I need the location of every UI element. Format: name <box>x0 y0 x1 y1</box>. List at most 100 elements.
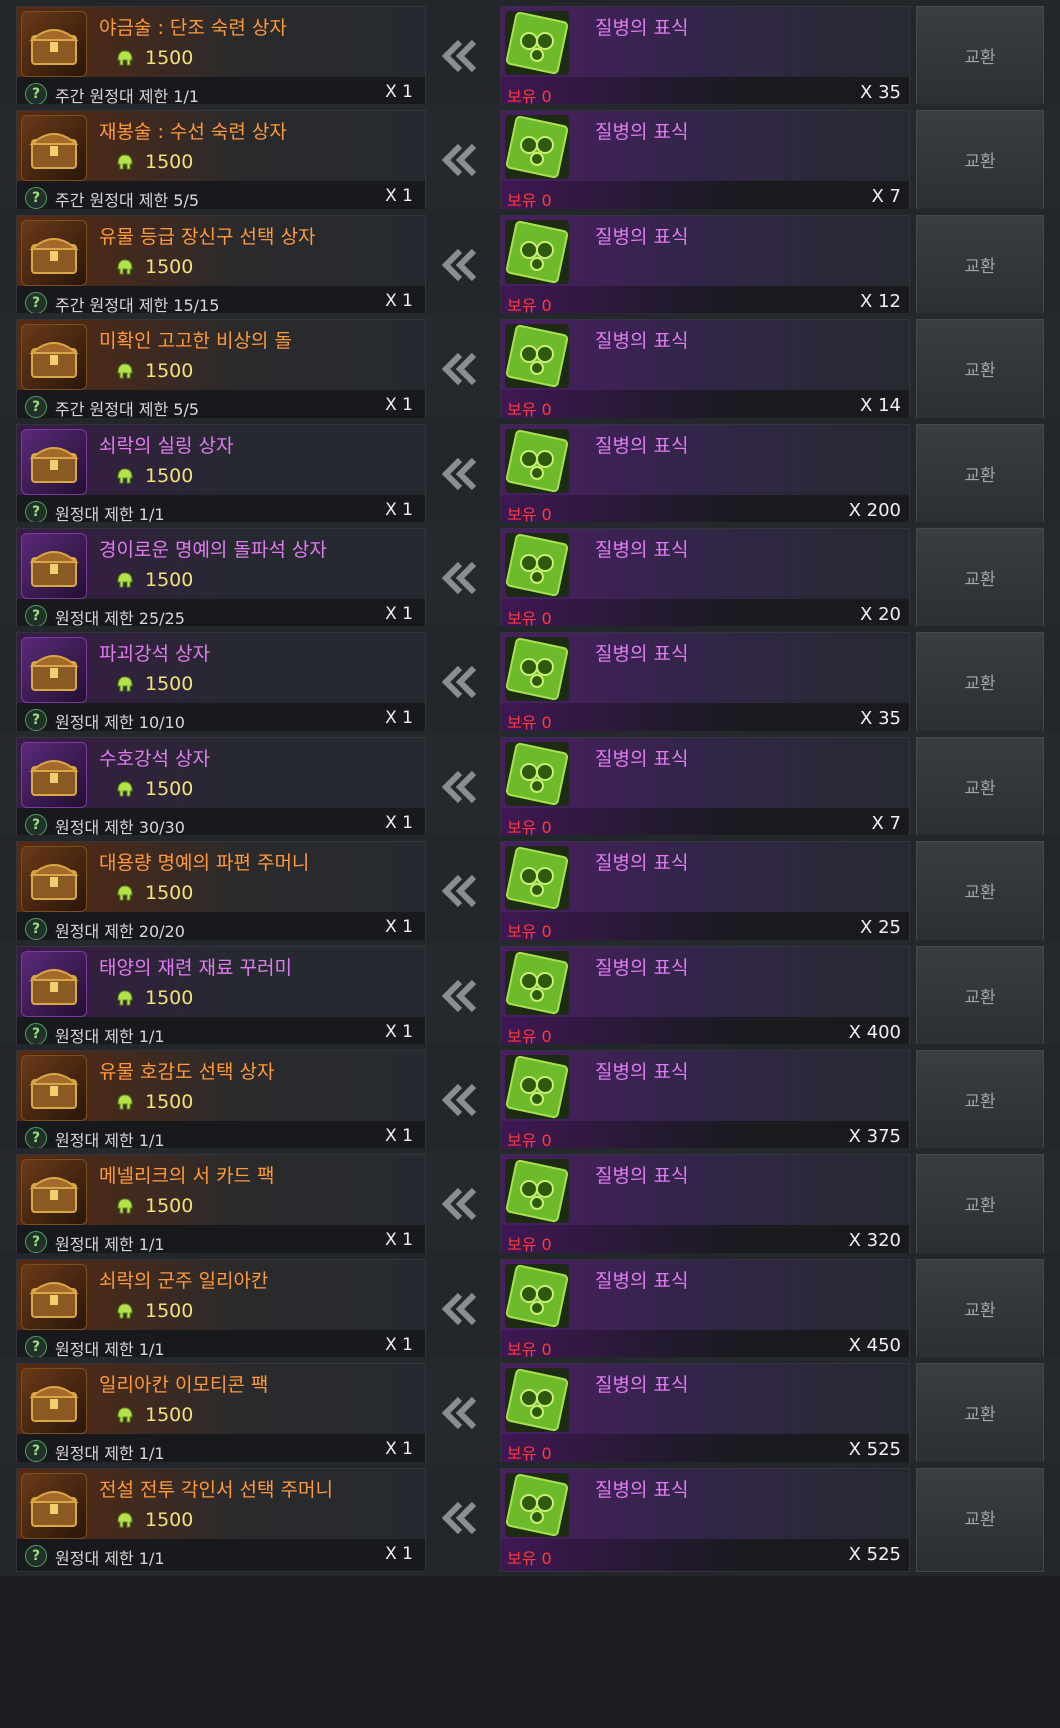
exchange-button[interactable]: 교환 <box>916 1154 1044 1258</box>
cost-item-panel[interactable]: 질병의 표식 보유 0 X 7 <box>500 110 910 214</box>
cost-quantity: X 12 <box>860 291 901 312</box>
exchange-button[interactable]: 교환 <box>916 737 1044 841</box>
cost-item-panel[interactable]: 질병의 표식 보유 0 X 35 <box>500 632 910 736</box>
question-icon[interactable]: ? <box>25 1023 47 1045</box>
exchange-button[interactable]: 교환 <box>916 841 1044 945</box>
exchange-button[interactable]: 교환 <box>916 632 1044 736</box>
red-bag-icon <box>29 969 79 1005</box>
owned-count: 보유 0 <box>507 191 552 210</box>
item-name: 전설 전투 각인서 선택 주머니 <box>99 1479 333 1501</box>
reward-item-panel[interactable]: 유물 등급 장신구 선택 상자 1500 ? 주간 원정대 제한 15/15 X… <box>16 215 426 319</box>
satchel-icon <box>29 1491 79 1527</box>
question-icon[interactable]: ? <box>25 605 47 627</box>
cost-item-panel[interactable]: 질병의 표식 보유 0 X 320 <box>500 1154 910 1258</box>
reward-item-panel[interactable]: 수호강석 상자 1500 ? 원정대 제한 30/30 X 1 <box>16 737 426 841</box>
reward-item-panel[interactable]: 경이로운 명예의 돌파석 상자 1500 ? 원정대 제한 25/25 X 1 <box>16 528 426 632</box>
cost-item-panel[interactable]: 질병의 표식 보유 0 X 25 <box>500 841 910 945</box>
price: 1500 <box>115 1300 193 1322</box>
cost-quantity: X 400 <box>848 1022 901 1043</box>
mark-of-disease-icon <box>505 429 569 493</box>
reward-quantity: X 1 <box>385 917 413 937</box>
owned-count: 보유 0 <box>507 400 552 419</box>
reward-item-panel[interactable]: 쇠락의 실링 상자 1500 ? 원정대 제한 1/1 X 1 <box>16 424 426 528</box>
exchange-button[interactable]: 교환 <box>916 1259 1044 1363</box>
question-icon[interactable]: ? <box>25 918 47 940</box>
exchange-button[interactable]: 교환 <box>916 946 1044 1050</box>
reward-item-panel[interactable]: 미확인 고고한 비상의 돌 1500 ? 주간 원정대 제한 5/5 X 1 <box>16 319 426 423</box>
reward-item-panel[interactable]: 쇠락의 군주 일리아칸 1500 ? 원정대 제한 1/1 X 1 <box>16 1259 426 1363</box>
question-icon[interactable]: ? <box>25 1545 47 1567</box>
purchase-limit: 원정대 제한 1/1 <box>55 1235 165 1254</box>
question-icon[interactable]: ? <box>25 396 47 418</box>
exchange-button[interactable]: 교환 <box>916 1468 1044 1572</box>
question-icon[interactable]: ? <box>25 1336 47 1358</box>
price: 1500 <box>115 1195 193 1217</box>
reward-quantity: X 1 <box>385 1335 413 1355</box>
item-thumbnail <box>21 324 87 390</box>
cost-item-name: 질병의 표식 <box>595 852 689 874</box>
cost-item-name: 질병의 표식 <box>595 330 689 352</box>
reward-item-panel[interactable]: 야금술 : 단조 숙련 상자 1500 ? 주간 원정대 제한 1/1 X 1 <box>16 6 426 110</box>
cost-item-panel[interactable]: 질병의 표식 보유 0 X 450 <box>500 1259 910 1363</box>
mark-of-disease-icon <box>505 324 569 388</box>
cost-item-panel[interactable]: 질병의 표식 보유 0 X 525 <box>500 1363 910 1467</box>
reward-item-panel[interactable]: 유물 호감도 선택 상자 1500 ? 원정대 제한 1/1 X 1 <box>16 1050 426 1154</box>
item-name: 재봉술 : 수선 숙련 상자 <box>99 121 287 143</box>
reward-quantity: X 1 <box>385 708 413 728</box>
reward-quantity: X 1 <box>385 186 413 206</box>
exchange-button[interactable]: 교환 <box>916 1050 1044 1154</box>
cost-item-panel[interactable]: 질병의 표식 보유 0 X 400 <box>500 946 910 1050</box>
reward-item-panel[interactable]: 재봉술 : 수선 숙련 상자 1500 ? 주간 원정대 제한 5/5 X 1 <box>16 110 426 214</box>
double-chevron-left-icon <box>441 143 477 177</box>
exchange-button[interactable]: 교환 <box>916 110 1044 214</box>
exchange-button[interactable]: 교환 <box>916 319 1044 423</box>
price-value: 1500 <box>145 1195 194 1217</box>
price-value: 1500 <box>145 465 194 487</box>
cost-item-name: 질병의 표식 <box>595 1061 689 1083</box>
cost-item-panel[interactable]: 질병의 표식 보유 0 X 200 <box>500 424 910 528</box>
cost-item-panel[interactable]: 질병의 표식 보유 0 X 12 <box>500 215 910 319</box>
double-chevron-left-icon <box>441 1292 477 1326</box>
exchange-button[interactable]: 교환 <box>916 215 1044 319</box>
exchange-button[interactable]: 교환 <box>916 424 1044 528</box>
exchange-button[interactable]: 교환 <box>916 528 1044 632</box>
cost-item-panel[interactable]: 질병의 표식 보유 0 X 375 <box>500 1050 910 1154</box>
question-icon[interactable]: ? <box>25 1127 47 1149</box>
exchange-row: 태양의 재련 재료 꾸러미 1500 ? 원정대 제한 1/1 X 1 질병의 … <box>0 940 1060 1054</box>
question-icon[interactable]: ? <box>25 709 47 731</box>
double-chevron-left-icon <box>441 39 477 73</box>
question-icon[interactable]: ? <box>25 1440 47 1462</box>
question-icon[interactable]: ? <box>25 292 47 314</box>
question-icon[interactable]: ? <box>25 83 47 105</box>
exchange-button[interactable]: 교환 <box>916 6 1044 110</box>
item-thumbnail <box>21 220 87 286</box>
reward-item-panel[interactable]: 메넬리크의 서 카드 팩 1500 ? 원정대 제한 1/1 X 1 <box>16 1154 426 1258</box>
question-icon[interactable]: ? <box>25 187 47 209</box>
cost-item-panel[interactable]: 질병의 표식 보유 0 X 20 <box>500 528 910 632</box>
item-thumbnail <box>21 1368 87 1434</box>
item-thumbnail <box>21 1264 87 1330</box>
cost-item-panel[interactable]: 질병의 표식 보유 0 X 7 <box>500 737 910 841</box>
question-icon[interactable]: ? <box>25 1231 47 1253</box>
cost-item-panel[interactable]: 질병의 표식 보유 0 X 35 <box>500 6 910 110</box>
exchange-row: 메넬리크의 서 카드 팩 1500 ? 원정대 제한 1/1 X 1 질병의 표… <box>0 1148 1060 1262</box>
item-thumbnail <box>21 11 87 77</box>
helmet-icon <box>117 990 133 1006</box>
price: 1500 <box>115 1091 193 1113</box>
cost-item-name: 질병의 표식 <box>595 1270 689 1292</box>
reward-item-panel[interactable]: 대용량 명예의 파편 주머니 1500 ? 원정대 제한 20/20 X 1 <box>16 841 426 945</box>
owned-count: 보유 0 <box>507 1444 552 1463</box>
reward-item-panel[interactable]: 전설 전투 각인서 선택 주머니 1500 ? 원정대 제한 1/1 X 1 <box>16 1468 426 1572</box>
price-value: 1500 <box>145 360 194 382</box>
reward-item-panel[interactable]: 파괴강석 상자 1500 ? 원정대 제한 10/10 X 1 <box>16 632 426 736</box>
cost-item-name: 질병의 표식 <box>595 1165 689 1187</box>
reward-item-panel[interactable]: 일리아칸 이모티콘 팩 1500 ? 원정대 제한 1/1 X 1 <box>16 1363 426 1467</box>
cost-item-panel[interactable]: 질병의 표식 보유 0 X 525 <box>500 1468 910 1572</box>
cost-item-name: 질병의 표식 <box>595 748 689 770</box>
reward-item-panel[interactable]: 태양의 재련 재료 꾸러미 1500 ? 원정대 제한 1/1 X 1 <box>16 946 426 1050</box>
gem-chest-icon <box>29 1073 79 1109</box>
question-icon[interactable]: ? <box>25 501 47 523</box>
cost-item-panel[interactable]: 질병의 표식 보유 0 X 14 <box>500 319 910 423</box>
exchange-button[interactable]: 교환 <box>916 1363 1044 1467</box>
question-icon[interactable]: ? <box>25 814 47 836</box>
